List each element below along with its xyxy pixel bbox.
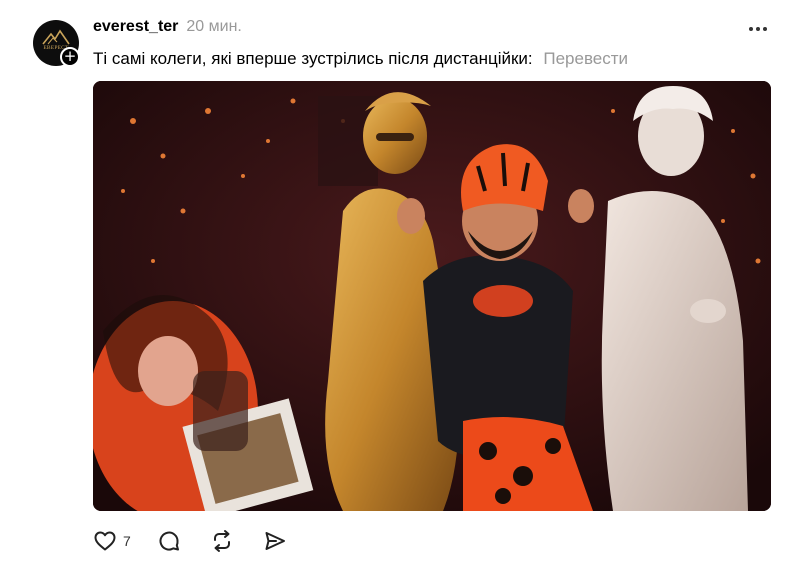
plus-icon: + — [63, 47, 77, 65]
more-dot-icon — [763, 27, 767, 31]
more-dot-icon — [749, 27, 753, 31]
post-actions-bar: 7 — [93, 528, 287, 554]
share-icon — [265, 532, 285, 550]
post-caption: Ті самі колеги, які вперше зустрілись пі… — [93, 48, 628, 70]
more-options-button[interactable] — [744, 21, 772, 37]
username-link[interactable]: everest_ter — [93, 18, 178, 36]
caption-text: Ті самі колеги, які вперше зустрілись пі… — [93, 49, 533, 68]
like-button[interactable]: 7 — [93, 528, 131, 554]
share-button[interactable] — [263, 528, 287, 554]
post-header: everest_ter 20 мин. — [93, 18, 242, 36]
post-timestamp[interactable]: 20 мин. — [186, 18, 241, 36]
repost-button[interactable] — [210, 528, 234, 554]
translate-link[interactable]: Перевести — [543, 49, 628, 68]
video-frame-illustration — [93, 81, 771, 511]
post-card: ЕВЕРЕСТ + everest_ter 20 мин. Ті самі ко… — [0, 0, 796, 568]
more-dot-icon — [756, 27, 760, 31]
avatar-container[interactable]: ЕВЕРЕСТ + — [33, 20, 80, 67]
post-media-video[interactable] — [93, 81, 771, 511]
comment-icon — [159, 531, 179, 551]
repost-icon — [213, 530, 230, 552]
like-count: 7 — [123, 533, 131, 549]
comment-button[interactable] — [157, 528, 181, 554]
heart-icon — [94, 531, 116, 551]
follow-button[interactable]: + — [60, 47, 80, 67]
